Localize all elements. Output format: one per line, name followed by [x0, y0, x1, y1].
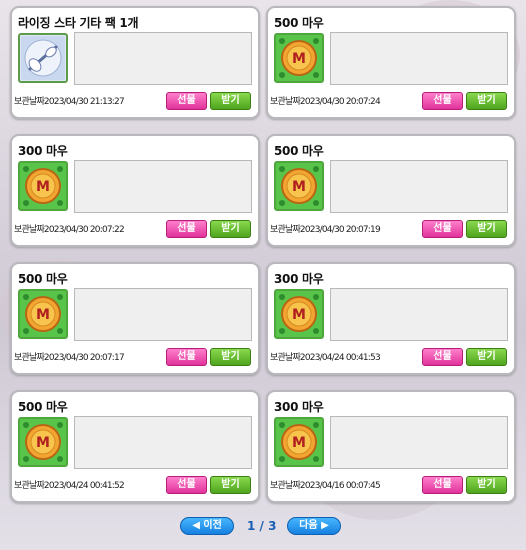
- mau-coin-icon: M: [18, 289, 68, 339]
- storage-date: 보관날짜2023/04/30 21:13:27: [14, 97, 125, 107]
- storage-card: 300 마우 M 보관날짜2023/04/24 00:41:53 선물 받기: [266, 262, 516, 375]
- current-page: 1: [247, 519, 256, 533]
- item-title: 300 마우: [274, 272, 324, 286]
- gift-button[interactable]: 선물: [166, 220, 207, 238]
- storage-date: 보관날짜2023/04/30 20:07:17: [14, 353, 125, 363]
- storage-date: 보관날짜2023/04/24 00:41:52: [14, 481, 125, 491]
- item-description-box: [330, 288, 508, 341]
- page-indicator: 1 / 3: [247, 519, 276, 533]
- item-description-box: [330, 160, 508, 213]
- gift-button[interactable]: 선물: [166, 476, 207, 494]
- svg-text:M: M: [292, 435, 306, 451]
- item-description-box: [74, 416, 252, 469]
- pagination: ◀ 이전 1 / 3 다음 ▶: [0, 517, 526, 537]
- total-pages: 3: [268, 519, 277, 533]
- storage-date: 보관날짜2023/04/24 00:41:53: [270, 353, 381, 363]
- gift-button[interactable]: 선물: [166, 92, 207, 110]
- storage-card: 300 마우 M 보관날짜2023/04/16 00:07:45 선물 받기: [266, 390, 516, 503]
- storage-date: 보관날짜2023/04/16 00:07:45: [270, 481, 381, 491]
- gift-button[interactable]: 선물: [422, 476, 463, 494]
- mau-coin-icon: M: [274, 161, 324, 211]
- item-title: 300 마우: [18, 144, 68, 158]
- mau-coin-icon: M: [274, 417, 324, 467]
- item-description-box: [74, 288, 252, 341]
- item-title: 500 마우: [274, 144, 324, 158]
- svg-text:M: M: [292, 179, 306, 195]
- mau-coin-icon: M: [18, 161, 68, 211]
- svg-text:M: M: [36, 307, 50, 323]
- storage-card: 500 마우 M 보관날짜2023/04/30 20:07:17 선물 받기: [10, 262, 260, 375]
- svg-text:M: M: [36, 179, 50, 195]
- receive-button[interactable]: 받기: [466, 476, 507, 494]
- item-title: 500 마우: [18, 400, 68, 414]
- storage-card: 라이징 스타 기타 팩 1개 보관날짜2023/04/30 21:13:27 선…: [10, 6, 260, 119]
- storage-grid: 라이징 스타 기타 팩 1개 보관날짜2023/04/30 21:13:27 선…: [0, 0, 526, 550]
- mau-coin-icon: M: [274, 33, 324, 83]
- item-title: 300 마우: [274, 400, 324, 414]
- gift-button[interactable]: 선물: [166, 348, 207, 366]
- guitar-pack-icon: [18, 33, 68, 83]
- item-description-box: [330, 416, 508, 469]
- item-title: 500 마우: [18, 272, 68, 286]
- receive-button[interactable]: 받기: [210, 476, 251, 494]
- storage-card: 300 마우 M 보관날짜2023/04/30 20:07:22 선물 받기: [10, 134, 260, 247]
- prev-page-button[interactable]: ◀ 이전: [180, 517, 234, 535]
- storage-date: 보관날짜2023/04/30 20:07:22: [14, 225, 125, 235]
- storage-card: 500 마우 M 보관날짜2023/04/30 20:07:24 선물 받기: [266, 6, 516, 119]
- receive-button[interactable]: 받기: [466, 348, 507, 366]
- item-description-box: [330, 32, 508, 85]
- gift-button[interactable]: 선물: [422, 348, 463, 366]
- receive-button[interactable]: 받기: [210, 220, 251, 238]
- storage-card: 500 마우 M 보관날짜2023/04/30 20:07:19 선물 받기: [266, 134, 516, 247]
- item-description-box: [74, 32, 252, 85]
- gift-button[interactable]: 선물: [422, 92, 463, 110]
- next-page-button[interactable]: 다음 ▶: [287, 517, 341, 535]
- mau-coin-icon: M: [18, 417, 68, 467]
- receive-button[interactable]: 받기: [210, 92, 251, 110]
- storage-date: 보관날짜2023/04/30 20:07:19: [270, 225, 381, 235]
- svg-text:M: M: [292, 307, 306, 323]
- mau-coin-icon: M: [274, 289, 324, 339]
- gift-button[interactable]: 선물: [422, 220, 463, 238]
- page-separator: /: [259, 519, 264, 533]
- item-title: 500 마우: [274, 16, 324, 30]
- svg-text:M: M: [36, 435, 50, 451]
- svg-text:M: M: [292, 51, 306, 67]
- item-title: 라이징 스타 기타 팩 1개: [18, 16, 139, 30]
- storage-date: 보관날짜2023/04/30 20:07:24: [270, 97, 381, 107]
- storage-card: 500 마우 M 보관날짜2023/04/24 00:41:52 선물 받기: [10, 390, 260, 503]
- receive-button[interactable]: 받기: [466, 92, 507, 110]
- receive-button[interactable]: 받기: [466, 220, 507, 238]
- item-description-box: [74, 160, 252, 213]
- receive-button[interactable]: 받기: [210, 348, 251, 366]
